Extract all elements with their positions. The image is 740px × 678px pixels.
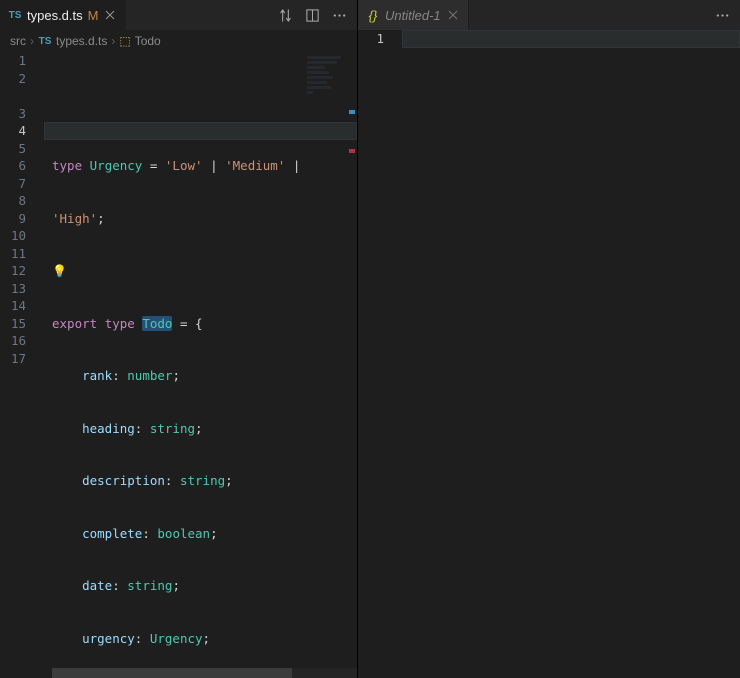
code-line: rank: number; (52, 367, 357, 385)
overview-ruler-change-marker (349, 110, 355, 114)
symbol-type-icon: ⬚ (119, 34, 130, 48)
more-actions-icon[interactable] (332, 8, 347, 23)
split-editor-icon[interactable] (305, 8, 320, 23)
chevron-right-icon: › (30, 34, 34, 48)
code-content[interactable] (402, 30, 740, 678)
line-number: 2 (2, 70, 44, 88)
breadcrumb-symbol[interactable]: Todo (135, 34, 161, 48)
chevron-right-icon: › (111, 34, 115, 48)
line-number (2, 87, 44, 105)
horizontal-scrollbar[interactable] (52, 668, 357, 678)
current-line-highlight (402, 30, 740, 48)
tab-label: Untitled-1 (385, 8, 441, 23)
line-number: 1 (360, 30, 402, 48)
line-number: 7 (2, 175, 44, 193)
lightbulb-icon[interactable]: 💡 (52, 264, 67, 278)
line-number: 12 (2, 262, 44, 280)
tab-untitled-1[interactable]: {} Untitled-1 (358, 0, 469, 30)
tab-bar-actions-right (705, 0, 740, 30)
line-number: 17 (2, 350, 44, 368)
more-actions-icon[interactable] (715, 8, 730, 23)
editor-pane-right: {} Untitled-1 1 (358, 0, 740, 678)
line-number: 14 (2, 297, 44, 315)
line-number: 13 (2, 280, 44, 298)
editor-pane-left: TS types.d.ts M src › TS types.d.ts › ⬚ … (0, 0, 358, 678)
tab-label: types.d.ts (27, 8, 83, 23)
breadcrumb[interactable]: src › TS types.d.ts › ⬚ Todo (0, 30, 357, 52)
tab-bar-right: {} Untitled-1 (358, 0, 740, 30)
code-line: 💡 (52, 262, 357, 280)
tab-types-d-ts[interactable]: TS types.d.ts M (0, 0, 126, 30)
line-number: 9 (2, 210, 44, 228)
selected-symbol: Todo (142, 316, 172, 331)
line-number: 5 (2, 140, 44, 158)
code-editor-left[interactable]: 1 2 3 4 5 6 7 8 9 10 11 12 13 14 15 16 1… (0, 52, 357, 678)
current-line-highlight (44, 122, 357, 140)
code-line: date: string; (52, 577, 357, 595)
breadcrumb-file[interactable]: types.d.ts (56, 34, 107, 48)
code-line: urgency: Urgency; (52, 630, 357, 648)
tab-bar-left: TS types.d.ts M (0, 0, 357, 30)
line-number: 15 (2, 315, 44, 333)
line-number: 8 (2, 192, 44, 210)
line-number: 1 (2, 52, 44, 70)
typescript-file-icon: TS (8, 8, 22, 22)
code-line: description: string; (52, 472, 357, 490)
tab-bar-actions-left (268, 0, 357, 30)
line-number-gutter: 1 (358, 30, 402, 678)
modified-indicator: M (88, 8, 99, 23)
close-icon[interactable] (446, 8, 460, 22)
line-number: 4 (2, 122, 44, 140)
code-line: type Urgency = 'Low' | 'Medium' | (52, 157, 357, 175)
compare-changes-icon[interactable] (278, 8, 293, 23)
line-number: 3 (2, 105, 44, 123)
code-line: complete: boolean; (52, 525, 357, 543)
overview-ruler-error-marker (349, 149, 355, 153)
line-number: 11 (2, 245, 44, 263)
code-line: heading: string; (52, 420, 357, 438)
code-line: 'High'; (52, 210, 357, 228)
typescript-file-icon: TS (38, 34, 52, 48)
close-icon[interactable] (103, 8, 117, 22)
line-number: 16 (2, 332, 44, 350)
line-number-gutter: 1 2 3 4 5 6 7 8 9 10 11 12 13 14 15 16 1… (0, 52, 44, 678)
line-number: 10 (2, 227, 44, 245)
code-content[interactable]: type Urgency = 'Low' | 'Medium' | 'High'… (44, 52, 357, 678)
minimap[interactable] (303, 52, 347, 108)
code-line: export type Todo = { (52, 315, 357, 333)
code-editor-right[interactable]: 1 (358, 30, 740, 678)
line-number: 6 (2, 157, 44, 175)
breadcrumb-folder[interactable]: src (10, 34, 26, 48)
scrollbar-thumb[interactable] (52, 668, 292, 678)
json-file-icon: {} (366, 8, 380, 22)
